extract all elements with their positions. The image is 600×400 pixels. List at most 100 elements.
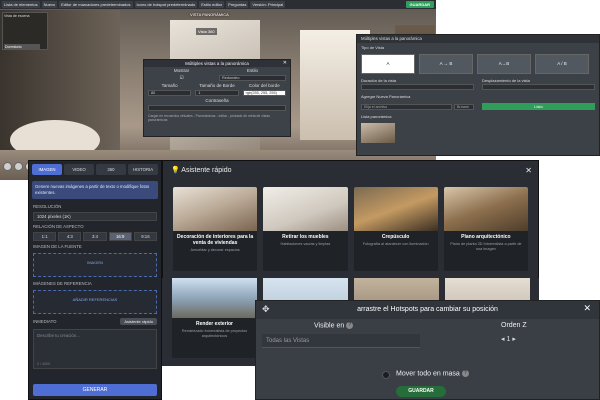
multi-view-row: ☑ Redondeo bbox=[144, 74, 290, 82]
help-icon[interactable]: ? bbox=[346, 322, 354, 329]
preset-title: Render exterior bbox=[196, 321, 233, 327]
order-label: Orden Z bbox=[501, 322, 527, 329]
tamano-borde-label: Tamaño de Borde bbox=[199, 83, 235, 88]
visible-select[interactable]: Todas las Vistas bbox=[262, 334, 420, 348]
preset-image bbox=[172, 278, 257, 318]
order-stepper[interactable]: ◂ 1 ▸ bbox=[501, 335, 516, 343]
hotspot-title: arrastre el Hotspots para cambiar su pos… bbox=[256, 301, 599, 319]
agregar-label: Agregar Nueva Panorámica bbox=[361, 94, 411, 99]
scene-name-label: Dormitorio bbox=[4, 44, 40, 50]
aspect-ratio-options: 1:1 4:3 3:4 16:9 9:16 bbox=[29, 231, 161, 242]
tamano-borde-input[interactable]: 1 bbox=[195, 90, 239, 96]
ratio-option[interactable]: 3:4 bbox=[83, 232, 107, 241]
preset-description: Plano de planta 3D fotorrealista a parti… bbox=[450, 242, 522, 251]
view-type-option[interactable]: A / B bbox=[535, 54, 589, 74]
close-icon[interactable]: ✕ bbox=[283, 60, 287, 66]
toolbar-item-version[interactable]: Versión: Principal bbox=[250, 1, 286, 8]
increment-icon[interactable]: ▸ bbox=[512, 336, 516, 343]
decrement-icon[interactable]: ◂ bbox=[501, 336, 505, 343]
viewer-caption: VISTA PANORÁMICA bbox=[190, 12, 229, 17]
preset-card[interactable]: Plano arquitectónico Plano de planta 3D … bbox=[443, 187, 528, 271]
duration-row: Duración de la vista Desplazamiento de l… bbox=[357, 76, 599, 92]
source-image-dropzone[interactable]: IMAGEN bbox=[33, 253, 157, 277]
view-type-options: A A → B A→B A / B bbox=[357, 52, 599, 76]
desplazamiento-input[interactable] bbox=[482, 84, 595, 90]
help-icon[interactable]: ? bbox=[461, 370, 469, 377]
image-generator-panel: IMAGEN VIDEO 360 HISTORIA Genere nuevas … bbox=[28, 160, 162, 400]
multi-view-row bbox=[144, 104, 290, 112]
toolbar-item-hotspot-icon[interactable]: Icono de hotspot predeterminado bbox=[134, 1, 198, 8]
estilo-select[interactable]: Redondeo bbox=[219, 75, 286, 81]
lista-label: Lista panorámica bbox=[361, 114, 392, 119]
ratio-option[interactable]: 1:1 bbox=[33, 232, 57, 241]
quick-assistant-button[interactable]: Asistente rápido bbox=[120, 318, 157, 325]
view-type-option[interactable]: A → B bbox=[419, 54, 473, 74]
duracion-input[interactable] bbox=[361, 84, 474, 90]
bulk-move-toggle[interactable] bbox=[382, 371, 390, 379]
preset-image bbox=[443, 187, 528, 231]
prompt-row: INMEDIATO Asistente rápido bbox=[29, 316, 161, 327]
toolbar-item-markers[interactable]: Editor de marcadores predeterminados bbox=[59, 1, 133, 8]
confirm-button[interactable]: Listo bbox=[482, 103, 595, 110]
tab-360[interactable]: 360 bbox=[96, 164, 126, 175]
viewer-tag: Vista 360 bbox=[196, 28, 217, 35]
preset-cards: Decoración de interiores para la venta d… bbox=[163, 181, 538, 277]
source-image-label: IMAGEN DE LA FUENTE bbox=[33, 244, 82, 249]
ratio-option[interactable]: 16:9 bbox=[108, 232, 132, 241]
mostrar-label: Mostrar bbox=[173, 68, 190, 73]
move-icon[interactable]: ✥ bbox=[262, 304, 270, 315]
view-type-option[interactable]: A bbox=[361, 54, 415, 74]
toolbar-item-elements[interactable]: Lista de elementos bbox=[2, 1, 40, 8]
toolbar-item-style[interactable]: Estilo editor bbox=[199, 1, 225, 8]
preset-card[interactable]: Decoración de interiores para la venta d… bbox=[173, 187, 258, 271]
tab-video[interactable]: VIDEO bbox=[64, 164, 94, 175]
file-input[interactable]: Elija el archivo bbox=[361, 104, 452, 110]
prompt-label: INMEDIATO bbox=[33, 319, 57, 324]
color-borde-input[interactable]: rgb(255, 255, 255) bbox=[242, 90, 286, 96]
mostrar-checkbox[interactable]: ☑ bbox=[148, 75, 215, 81]
estilo-label: Estilo bbox=[246, 68, 258, 73]
order-value: 1 bbox=[506, 336, 511, 343]
tamano-input[interactable]: 80 bbox=[148, 90, 192, 96]
multi-view-row: Contraseña bbox=[144, 97, 290, 104]
reference-images-dropzone[interactable]: AÑADIR REFERENCIAS bbox=[33, 290, 157, 314]
nav-dot[interactable] bbox=[3, 162, 12, 171]
view-type-option[interactable]: A→B bbox=[477, 54, 531, 74]
multi-view-footer: Cargar en recuerdos virtuales - Panorámi… bbox=[148, 114, 270, 122]
preset-image bbox=[353, 187, 438, 231]
resolution-label: RESOLUCIÓN bbox=[33, 204, 62, 209]
ratio-option[interactable]: 9:16 bbox=[133, 232, 158, 241]
bulk-move-label: Mover todo en masa ? bbox=[396, 370, 469, 377]
preset-title: Decoración de interiores para la venta d… bbox=[177, 234, 254, 246]
visible-label: Visible en ? bbox=[314, 322, 354, 329]
panorama-thumbnail[interactable] bbox=[361, 123, 395, 143]
preset-card[interactable]: Render exterior Renderizado fotorrealist… bbox=[172, 278, 257, 358]
toolbar-item-new[interactable]: Nuevo bbox=[41, 1, 58, 8]
multi-view-row: Tamaño Tamaño de Borde Color del borde bbox=[144, 82, 290, 89]
reference-images-label: IMÁGENES DE REFERENCIA bbox=[33, 281, 92, 286]
toolbar-item-questions[interactable]: Preguntas bbox=[226, 1, 249, 8]
preset-card[interactable]: Crepúsculo Fotografía al atardecer con i… bbox=[353, 187, 438, 271]
tipo-vista-label: Tipo de Vista bbox=[361, 45, 385, 50]
preset-description: Fotografía al atardecer con iluminación bbox=[362, 242, 429, 246]
preset-card[interactable]: Retirar los muebles Habitaciones vacías … bbox=[263, 187, 348, 271]
close-icon[interactable]: ✕ bbox=[525, 166, 532, 175]
multi-view-dialog: Múltiples vistas a la panorámica ✕ Mostr… bbox=[143, 59, 291, 137]
generator-info: Genere nuevas imágenes a partir de texto… bbox=[32, 181, 158, 199]
generate-button[interactable]: GENERAR bbox=[33, 384, 157, 396]
tab-image[interactable]: IMAGEN bbox=[32, 164, 62, 175]
multi-view-row: 80 1 rgb(255, 255, 255) bbox=[144, 89, 290, 97]
resolution-select[interactable]: 1024 píxeles (1K) bbox=[33, 212, 157, 221]
save-button[interactable]: GUARDAR bbox=[405, 1, 434, 8]
contrasena-input[interactable] bbox=[148, 105, 286, 111]
hotspot-save-button[interactable]: GUARDAR bbox=[396, 386, 446, 397]
settings-title: Múltiples vistas a la panorámica bbox=[357, 35, 599, 43]
file-row: Elija el archivo Browse Listo bbox=[357, 101, 599, 112]
close-icon[interactable]: ✕ bbox=[583, 303, 591, 314]
ratio-option[interactable]: 4:3 bbox=[58, 232, 82, 241]
nav-dot[interactable] bbox=[14, 162, 23, 171]
browse-button[interactable]: Browse bbox=[454, 104, 474, 110]
tab-history[interactable]: HISTORIA bbox=[128, 164, 158, 175]
preset-title: Plano arquitectónico bbox=[461, 234, 511, 240]
prompt-textarea[interactable]: Describe tu creación... 0 / 4000 bbox=[33, 329, 157, 369]
